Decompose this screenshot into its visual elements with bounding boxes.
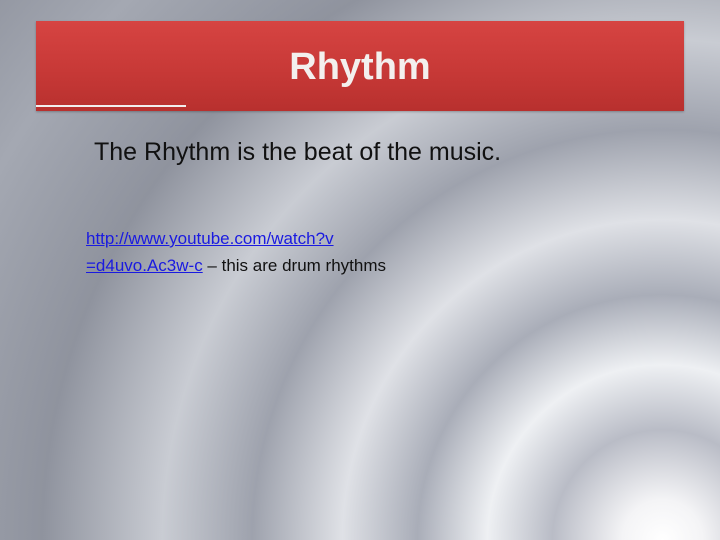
slide: Rhythm The Rhythm is the beat of the mus… bbox=[0, 0, 720, 540]
title-underline-divider bbox=[36, 105, 186, 107]
slide-subtitle: The Rhythm is the beat of the music. bbox=[94, 138, 502, 166]
body-paragraph: http://www.youtube.com/watch?v =d4uvo.Ac3… bbox=[86, 225, 446, 279]
slide-title: Rhythm bbox=[289, 46, 431, 88]
link-description: – this are drum rhythms bbox=[202, 256, 386, 275]
youtube-link-line-2[interactable]: =d4uvo.Ac3w-c bbox=[86, 256, 203, 275]
youtube-link-line-1[interactable]: http://www.youtube.com/watch?v bbox=[86, 229, 334, 248]
